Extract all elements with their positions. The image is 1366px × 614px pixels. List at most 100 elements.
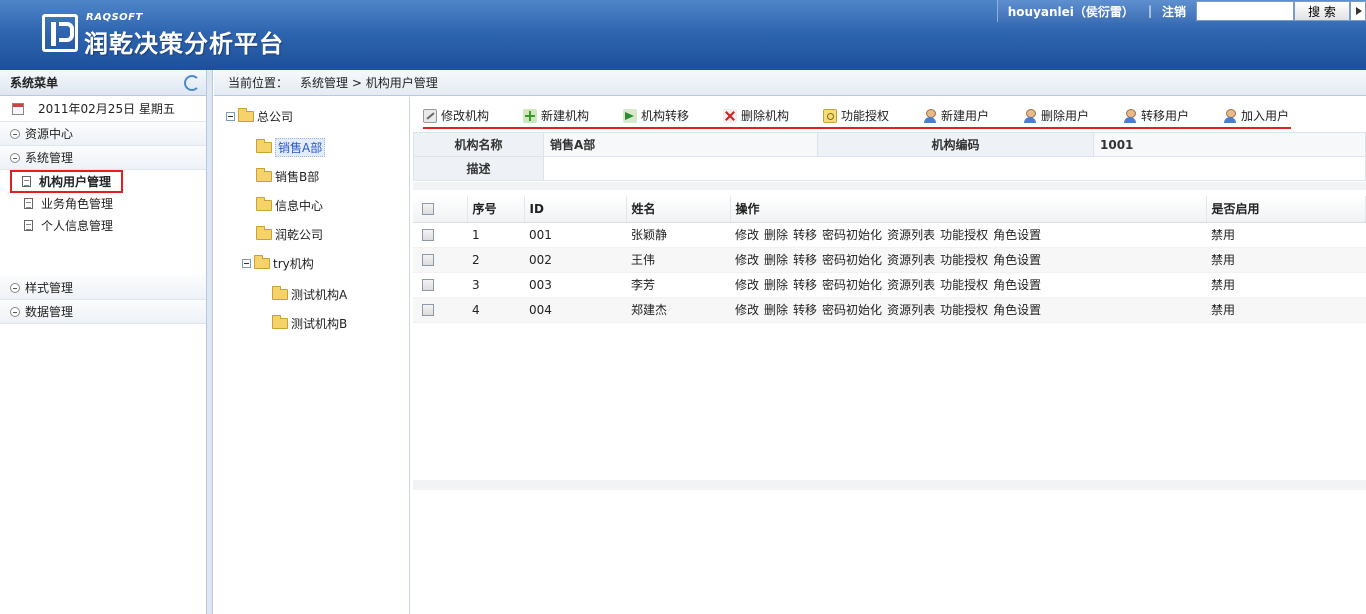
op-move-link[interactable]: 转移 bbox=[793, 253, 817, 267]
logout-link[interactable]: 注销 bbox=[1156, 3, 1196, 20]
table-row[interactable]: 2 002 王伟 修改 删除 转移 密码初始化 资源列表 功能授权 角色设置 禁用 bbox=[413, 247, 1366, 273]
search-input[interactable] bbox=[1196, 1, 1294, 21]
raqsoft-logo-icon bbox=[42, 14, 78, 52]
tree-node-runqian[interactable]: 润乾公司 bbox=[256, 225, 323, 243]
move-user-button[interactable]: 转移用户 bbox=[1123, 107, 1189, 124]
document-icon bbox=[24, 197, 33, 209]
op-delete-link[interactable]: 删除 bbox=[764, 278, 788, 292]
col-ops: 操作 bbox=[730, 196, 1207, 223]
op-roles-link[interactable]: 角色设置 bbox=[993, 253, 1041, 267]
menu-item-label: 个人信息管理 bbox=[41, 218, 114, 233]
org-name-value: 销售A部 bbox=[543, 132, 818, 157]
row-enabled: 禁用 bbox=[1206, 297, 1366, 323]
op-resources-link[interactable]: 资源列表 bbox=[887, 228, 935, 242]
op-reset-link[interactable]: 密码初始化 bbox=[822, 228, 882, 242]
collapse-icon[interactable] bbox=[226, 111, 235, 121]
panel-splitter[interactable] bbox=[207, 70, 213, 614]
op-reset-link[interactable]: 密码初始化 bbox=[822, 303, 882, 317]
document-icon bbox=[24, 219, 33, 231]
col-seq[interactable]: 序号 bbox=[467, 196, 525, 223]
op-delete-link[interactable]: 删除 bbox=[764, 303, 788, 317]
op-grant-link[interactable]: 功能授权 bbox=[940, 278, 988, 292]
menu-item-org-user[interactable]: 机构用户管理 bbox=[0, 169, 206, 193]
app-title: 润乾决策分析平台 bbox=[84, 30, 284, 58]
op-grant-link[interactable]: 功能授权 bbox=[940, 303, 988, 317]
edit-org-button[interactable]: 修改机构 bbox=[423, 107, 489, 124]
op-reset-link[interactable]: 密码初始化 bbox=[822, 278, 882, 292]
toolbar-label: 修改机构 bbox=[441, 109, 490, 123]
breadcrumb-label: 当前位置： bbox=[228, 76, 289, 90]
tree-node-test-b[interactable]: 测试机构B bbox=[272, 314, 347, 332]
tree-node-label: 总公司 bbox=[257, 109, 294, 124]
tree-node-sales-b[interactable]: 销售B部 bbox=[256, 167, 319, 185]
row-select-cell bbox=[413, 272, 467, 298]
menu-group-data[interactable]: 数据管理 bbox=[0, 300, 206, 324]
op-grant-link[interactable]: 功能授权 bbox=[940, 253, 988, 267]
menu-item-role[interactable]: 业务角色管理 bbox=[0, 192, 206, 214]
row-id: 003 bbox=[524, 272, 626, 298]
tree-node-label: 销售A部 bbox=[275, 137, 326, 157]
row-id: 001 bbox=[524, 222, 626, 248]
user-icon bbox=[923, 108, 937, 123]
op-delete-link[interactable]: 删除 bbox=[764, 253, 788, 267]
table-row[interactable]: 4 004 郑建杰 修改 删除 转移 密码初始化 资源列表 功能授权 角色设置 禁用 bbox=[413, 297, 1366, 323]
delete-org-button[interactable]: 删除机构 bbox=[723, 107, 789, 124]
op-roles-link[interactable]: 角色设置 bbox=[993, 278, 1041, 292]
op-roles-link[interactable]: 角色设置 bbox=[993, 303, 1041, 317]
toolbar-label: 转移用户 bbox=[1141, 109, 1190, 123]
menu-group-resource[interactable]: 资源中心 bbox=[0, 122, 206, 146]
select-all-checkbox[interactable] bbox=[422, 203, 434, 216]
add-user-button[interactable]: 加入用户 bbox=[1223, 107, 1289, 124]
move-org-button[interactable]: 机构转移 bbox=[623, 107, 689, 124]
op-resources-link[interactable]: 资源列表 bbox=[887, 303, 935, 317]
op-move-link[interactable]: 转移 bbox=[793, 278, 817, 292]
op-resources-link[interactable]: 资源列表 bbox=[887, 278, 935, 292]
col-id[interactable]: ID bbox=[524, 196, 627, 223]
op-edit-link[interactable]: 修改 bbox=[735, 278, 759, 292]
col-enabled[interactable]: 是否启用 bbox=[1206, 196, 1366, 223]
op-move-link[interactable]: 转移 bbox=[793, 228, 817, 242]
folder-icon bbox=[256, 225, 272, 240]
delete-user-button[interactable]: 删除用户 bbox=[1023, 107, 1089, 124]
op-resources-link[interactable]: 资源列表 bbox=[887, 253, 935, 267]
tree-node-root[interactable]: 总公司 bbox=[226, 107, 293, 125]
play-arrow-icon[interactable] bbox=[1350, 1, 1366, 21]
toolbar-label: 新建用户 bbox=[941, 109, 990, 123]
table-row[interactable]: 3 003 李芳 修改 删除 转移 密码初始化 资源列表 功能授权 角色设置 禁用 bbox=[413, 272, 1366, 298]
menu-group-style[interactable]: 样式管理 bbox=[0, 276, 206, 300]
user-icon bbox=[1023, 108, 1037, 123]
row-checkbox[interactable] bbox=[422, 304, 434, 316]
tree-node-sales-a[interactable]: 销售A部 bbox=[256, 137, 326, 157]
topbar-separator: | bbox=[1147, 4, 1152, 18]
row-checkbox[interactable] bbox=[422, 279, 434, 291]
org-toolbar: 修改机构 新建机构 机构转移 删除机构 功能授权 新建用户 删除用户 转移用户 bbox=[413, 97, 1366, 131]
op-edit-link[interactable]: 修改 bbox=[735, 228, 759, 242]
op-grant-link[interactable]: 功能授权 bbox=[940, 228, 988, 242]
op-delete-link[interactable]: 删除 bbox=[764, 228, 788, 242]
op-edit-link[interactable]: 修改 bbox=[735, 253, 759, 267]
new-user-button[interactable]: 新建用户 bbox=[923, 107, 989, 124]
op-reset-link[interactable]: 密码初始化 bbox=[822, 253, 882, 267]
op-move-link[interactable]: 转移 bbox=[793, 303, 817, 317]
new-org-button[interactable]: 新建机构 bbox=[523, 107, 589, 124]
col-name[interactable]: 姓名 bbox=[626, 196, 731, 223]
op-edit-link[interactable]: 修改 bbox=[735, 303, 759, 317]
refresh-icon[interactable] bbox=[184, 74, 200, 91]
row-checkbox[interactable] bbox=[422, 254, 434, 266]
collapse-icon[interactable] bbox=[242, 258, 251, 268]
row-seq: 4 bbox=[467, 297, 524, 323]
menu-item-personal[interactable]: 个人信息管理 bbox=[0, 214, 206, 236]
op-roles-link[interactable]: 角色设置 bbox=[993, 228, 1041, 242]
menu-group-system[interactable]: 系统管理 bbox=[0, 146, 206, 170]
tree-node-label: 测试机构B bbox=[291, 316, 348, 331]
search-button[interactable]: 搜 索 bbox=[1294, 1, 1350, 21]
tree-node-try[interactable]: try机构 bbox=[242, 254, 314, 272]
tree-node-test-a[interactable]: 测试机构A bbox=[272, 285, 347, 303]
row-enabled: 禁用 bbox=[1206, 272, 1366, 298]
grant-button[interactable]: 功能授权 bbox=[823, 107, 889, 124]
row-checkbox[interactable] bbox=[422, 229, 434, 241]
folder-icon bbox=[238, 107, 254, 122]
table-row[interactable]: 1 001 张颖静 修改 删除 转移 密码初始化 资源列表 功能授权 角色设置 禁用 bbox=[413, 222, 1366, 248]
row-name: 郑建杰 bbox=[626, 297, 730, 323]
tree-node-info[interactable]: 信息中心 bbox=[256, 196, 323, 214]
